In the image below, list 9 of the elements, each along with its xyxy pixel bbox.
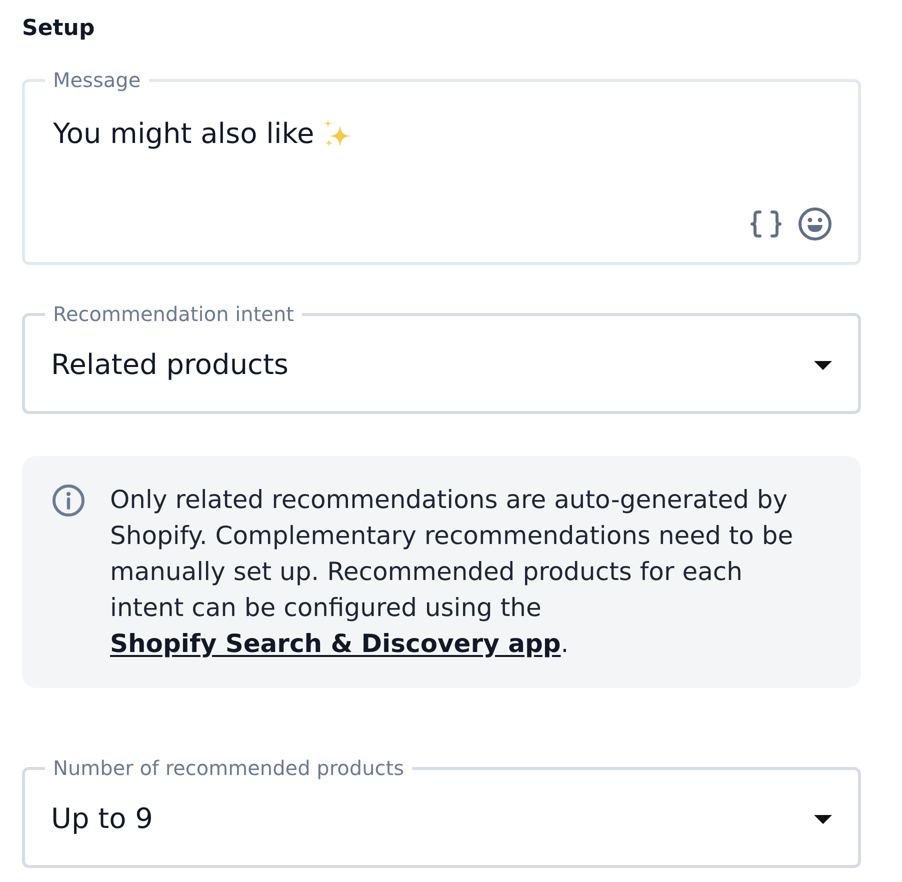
info-icon [52,484,85,517]
info-text: Only related recommendations are auto-generated by Shopify. Complementary recommendations need to be manually set up. Recommended products for each intent can be configured using the Shopify Search & Discovery app. [110,484,794,660]
caret-icon [814,814,832,824]
braces-icon[interactable] [750,210,782,238]
smiley-icon[interactable] [798,207,832,241]
caret-icon [814,360,832,370]
link[interactable]: Shopify Search & Discovery app [110,629,561,658]
section-heading: Setup [22,15,95,43]
sparkle-icon [322,119,352,149]
